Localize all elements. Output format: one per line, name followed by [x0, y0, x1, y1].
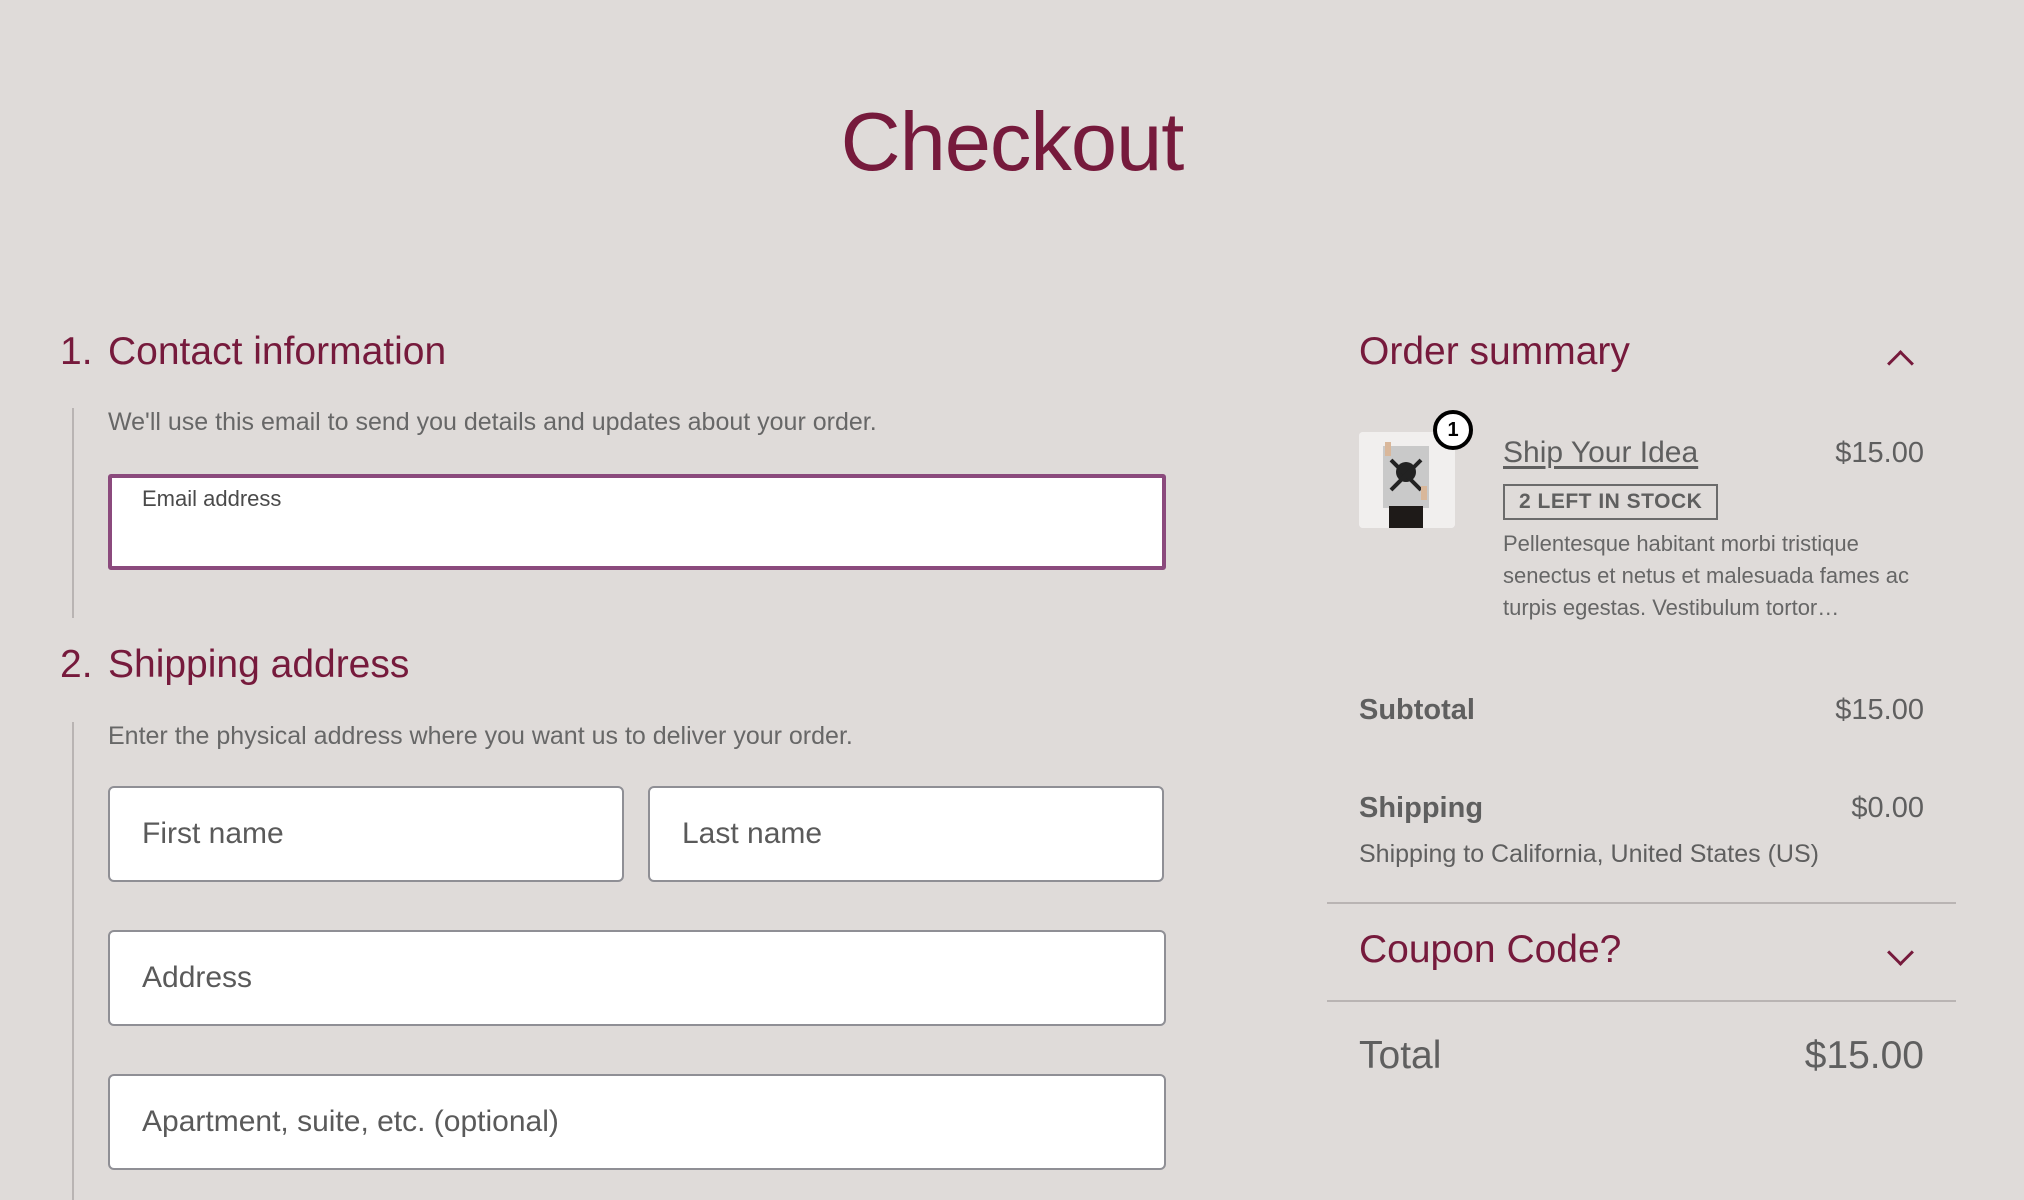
apartment-field[interactable]: [108, 1074, 1166, 1170]
coupon-code-toggle[interactable]: Coupon Code?: [1359, 928, 1621, 972]
last-name-field[interactable]: [648, 786, 1164, 882]
shipping-heading-text: Shipping address: [108, 643, 410, 686]
subtotal-value: $15.00: [1835, 694, 1924, 726]
address-input[interactable]: [110, 932, 1164, 1024]
apartment-input[interactable]: [110, 1076, 1164, 1168]
email-input[interactable]: [112, 478, 1162, 566]
contact-section-heading: 1. Contact information: [60, 330, 446, 374]
shipping-label: Shipping: [1359, 792, 1484, 824]
contact-description: We'll use this email to send you details…: [108, 408, 877, 436]
product-description: Pellentesque habitant morbi tristique se…: [1503, 531, 1910, 620]
divider: [1327, 1000, 1956, 1002]
shipping-destination-note: Shipping to California, United States (U…: [1359, 840, 1819, 868]
address-field[interactable]: [108, 930, 1166, 1026]
shipping-step-number: 2.: [60, 643, 93, 686]
shipping-description: Enter the physical address where you wan…: [108, 722, 853, 750]
last-name-input[interactable]: [650, 788, 1162, 880]
order-summary-heading[interactable]: Order summary: [1359, 330, 1630, 374]
subtotal-label: Subtotal: [1359, 694, 1475, 726]
chevron-down-icon[interactable]: [1887, 939, 1914, 966]
item-quantity-badge: 1: [1433, 410, 1473, 450]
first-name-input[interactable]: [110, 788, 622, 880]
shipping-value: $0.00: [1851, 792, 1924, 824]
divider: [1327, 902, 1956, 904]
first-name-field[interactable]: [108, 786, 624, 882]
contact-section-rail: [72, 408, 74, 618]
contact-step-number: 1.: [60, 330, 93, 373]
contact-heading-text: Contact information: [108, 330, 447, 373]
product-price: $15.00: [1835, 437, 1924, 469]
email-field[interactable]: Email address: [108, 474, 1166, 570]
stock-badge: 2 LEFT IN STOCK: [1503, 484, 1719, 520]
shipping-section-heading: 2. Shipping address: [60, 643, 409, 687]
product-name-link[interactable]: Ship Your Idea: [1503, 436, 1698, 470]
total-value: $15.00: [1804, 1034, 1924, 1077]
page-title: Checkout: [840, 94, 1185, 188]
chevron-up-icon[interactable]: [1887, 350, 1914, 377]
total-label: Total: [1359, 1034, 1442, 1077]
shipping-section-rail: [72, 722, 74, 1200]
